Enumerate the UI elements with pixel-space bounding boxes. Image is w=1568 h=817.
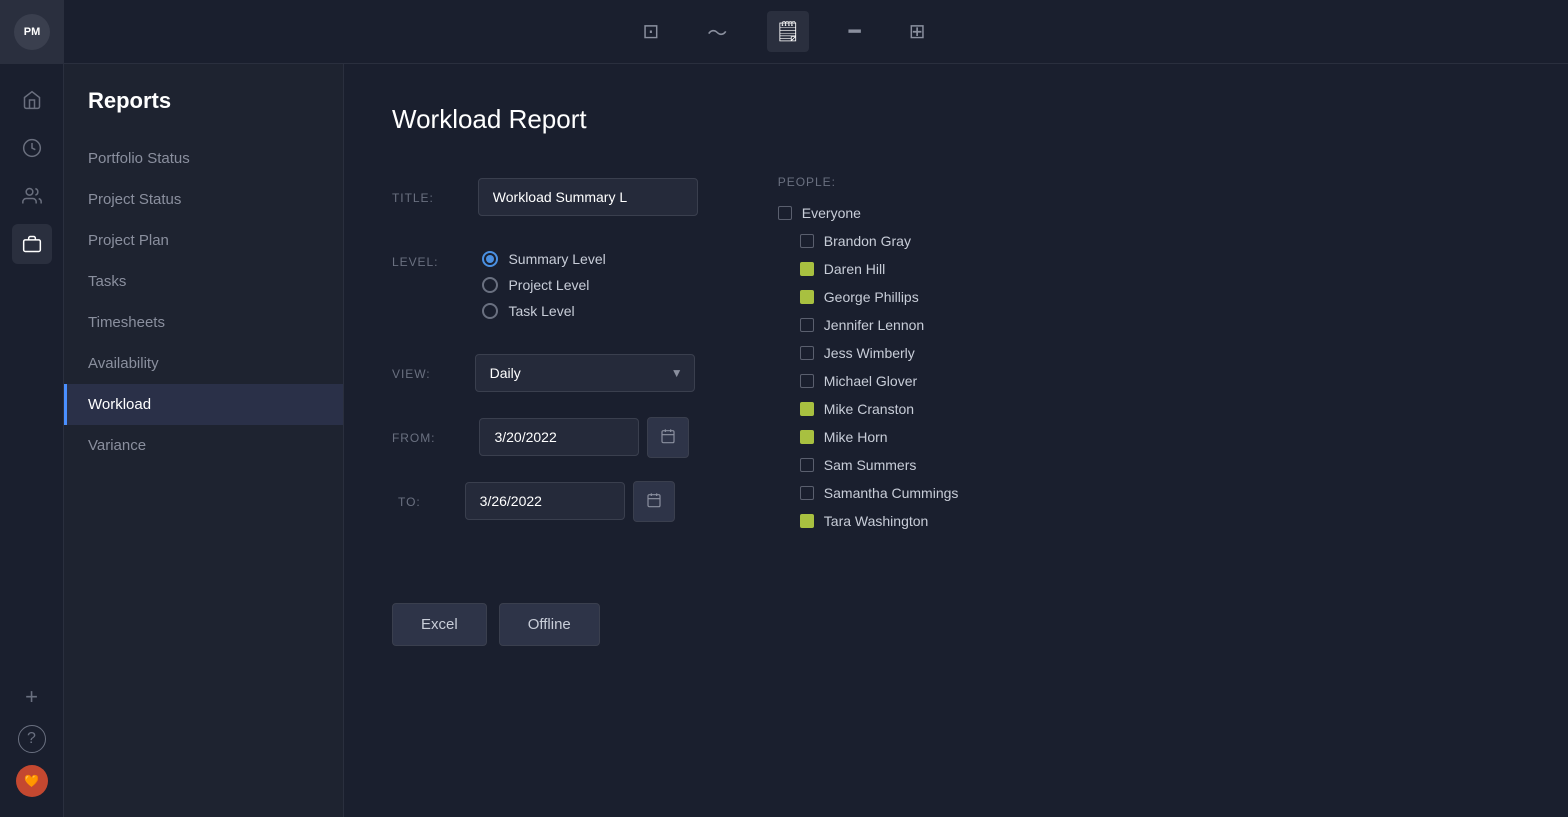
people-jess-wimberly-label: Jess Wimberly [824,345,915,361]
from-date-row [479,417,689,458]
to-date-row [465,481,675,522]
checkbox-samantha-cummings[interactable] [800,486,814,500]
level-task[interactable]: Task Level [482,303,605,319]
chart-icon[interactable]: 〜 [699,9,735,54]
to-label: TO: [392,479,445,523]
view-select-wrapper: Daily Weekly Monthly ▼ [475,354,695,392]
minus-icon[interactable]: ━ [841,11,869,52]
people-list: Everyone Brandon Gray Daren Hill [778,205,959,529]
sidebar: Reports Portfolio Status Project Status … [64,64,344,817]
content-area: Workload Report TITLE: LEVEL: Summary Le… [344,64,1568,817]
people-item-tara-washington[interactable]: Tara Washington [778,513,959,529]
sidebar-item-portfolio-status[interactable]: Portfolio Status [64,138,343,179]
logo-area[interactable]: PM [0,0,64,64]
level-summary[interactable]: Summary Level [482,251,605,267]
nav-home-icon[interactable] [12,80,52,120]
nav-help-icon[interactable]: ? [18,725,46,753]
people-item-samantha-cummings[interactable]: Samantha Cummings [778,485,959,501]
page-title: Workload Report [392,104,1520,135]
level-label: LEVEL: [392,239,462,283]
people-george-phillips-label: George Phillips [824,289,919,305]
radio-summary-circle [482,251,498,267]
people-michael-glover-label: Michael Glover [824,373,917,389]
sidebar-item-timesheets[interactable]: Timesheets [64,302,343,343]
people-item-daren-hill[interactable]: Daren Hill [778,261,959,277]
level-project[interactable]: Project Level [482,277,605,293]
checkbox-mike-horn[interactable] [800,430,814,444]
people-jennifer-lennon-label: Jennifer Lennon [824,317,924,333]
offline-button[interactable]: Offline [499,603,600,646]
people-mike-horn-label: Mike Horn [824,429,888,445]
view-label: VIEW: [392,351,455,395]
checkbox-michael-glover[interactable] [800,374,814,388]
excel-button[interactable]: Excel [392,603,487,646]
people-sam-summers-label: Sam Summers [824,457,917,473]
clipboard-icon[interactable]: 🗒 [767,11,808,52]
title-label: TITLE: [392,175,458,219]
nav-bottom: + ? 🧡 [12,677,52,817]
from-label: FROM: [392,415,459,459]
checkbox-everyone[interactable] [778,206,792,220]
people-item-everyone[interactable]: Everyone [778,205,959,221]
people-item-sam-summers[interactable]: Sam Summers [778,457,959,473]
sidebar-item-variance[interactable]: Variance [64,425,343,466]
sidebar-item-project-status[interactable]: Project Status [64,179,343,220]
level-summary-label: Summary Level [508,251,605,267]
people-everyone-label: Everyone [802,205,861,221]
checkbox-sam-summers[interactable] [800,458,814,472]
people-item-jennifer-lennon[interactable]: Jennifer Lennon [778,317,959,333]
top-bar: PM ⊡ 〜 🗒 ━ ⊞ [0,0,1568,64]
radio-project-circle [482,277,498,293]
people-mike-cranston-label: Mike Cranston [824,401,914,417]
checkbox-jess-wimberly[interactable] [800,346,814,360]
checkbox-mike-cranston[interactable] [800,402,814,416]
people-daren-hill-label: Daren Hill [824,261,885,277]
nav-clock-icon[interactable] [12,128,52,168]
sidebar-item-availability[interactable]: Availability [64,343,343,384]
level-project-label: Project Level [508,277,589,293]
from-calendar-button[interactable] [647,417,689,458]
title-input[interactable] [478,178,698,216]
sidebar-title: Reports [64,88,343,138]
people-item-michael-glover[interactable]: Michael Glover [778,373,959,389]
level-radio-group: Summary Level Project Level Task Level [482,239,605,331]
sidebar-item-workload[interactable]: Workload [64,384,343,425]
checkbox-brandon-gray[interactable] [800,234,814,248]
checkbox-daren-hill[interactable] [800,262,814,276]
main-layout: + ? 🧡 Reports Portfolio Status Project S… [0,64,1568,817]
people-item-mike-cranston[interactable]: Mike Cranston [778,401,959,417]
view-select[interactable]: Daily Weekly Monthly [475,354,695,392]
sidebar-item-project-plan[interactable]: Project Plan [64,220,343,261]
nav-plus-icon[interactable]: + [12,677,52,717]
people-item-jess-wimberly[interactable]: Jess Wimberly [778,345,959,361]
people-item-george-phillips[interactable]: George Phillips [778,289,959,305]
people-label: PEOPLE: [778,175,959,189]
nav-briefcase-icon[interactable] [12,224,52,264]
people-tara-washington-label: Tara Washington [824,513,929,529]
checkbox-jennifer-lennon[interactable] [800,318,814,332]
people-section: PEOPLE: Everyone Brandon Gray [778,175,959,543]
nav-people-icon[interactable] [12,176,52,216]
form-section: TITLE: LEVEL: Summary Level Project Leve… [392,175,698,543]
from-date-input[interactable] [479,418,639,456]
to-calendar-button[interactable] [633,481,675,522]
level-task-label: Task Level [508,303,574,319]
button-row: Excel Offline [392,603,1520,646]
people-brandon-gray-label: Brandon Gray [824,233,911,249]
sidebar-item-tasks[interactable]: Tasks [64,261,343,302]
left-nav: + ? 🧡 [0,64,64,817]
to-date-input[interactable] [465,482,625,520]
top-bar-icons: ⊡ 〜 🗒 ━ ⊞ [635,9,934,54]
nav-avatar[interactable]: 🧡 [12,761,52,801]
logo-circle: PM [14,14,50,50]
checkbox-george-phillips[interactable] [800,290,814,304]
scan-icon[interactable]: ⊡ [635,11,668,52]
people-samantha-cummings-label: Samantha Cummings [824,485,959,501]
people-item-mike-horn[interactable]: Mike Horn [778,429,959,445]
layers-icon[interactable]: ⊞ [901,11,934,52]
radio-task-circle [482,303,498,319]
people-item-brandon-gray[interactable]: Brandon Gray [778,233,959,249]
checkbox-tara-washington[interactable] [800,514,814,528]
user-avatar: 🧡 [16,765,48,797]
